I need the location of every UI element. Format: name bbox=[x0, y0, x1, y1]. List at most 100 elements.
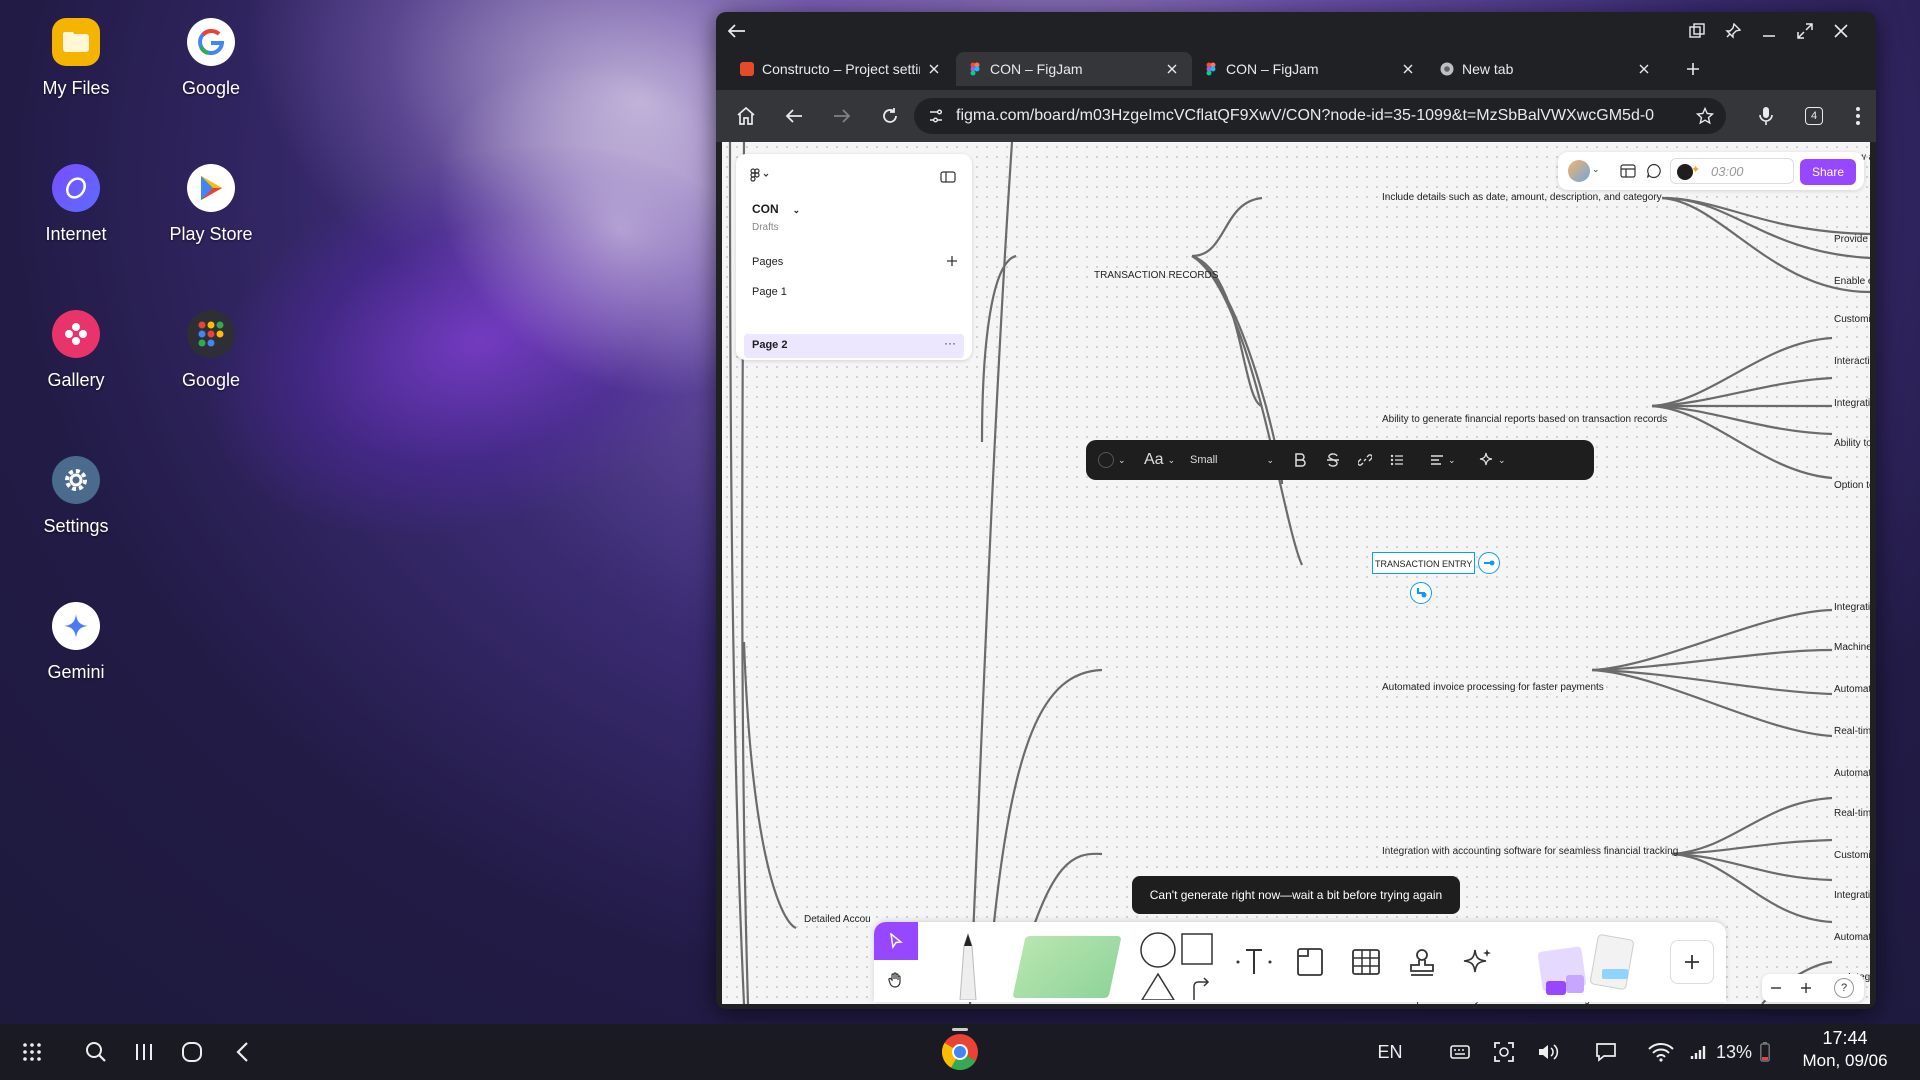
desktop-icon-google[interactable]: Google bbox=[146, 18, 276, 99]
close-tab-icon[interactable] bbox=[926, 61, 942, 77]
add-child-node-button[interactable] bbox=[1478, 552, 1500, 574]
mindmap-node-edge[interactable]: Integratio bbox=[1834, 890, 1870, 901]
bold-button[interactable] bbox=[1294, 440, 1306, 480]
recent-apps-button[interactable] bbox=[128, 1024, 160, 1080]
selected-node-frame[interactable]: TRANSACTION ENTRY bbox=[1372, 552, 1476, 574]
search-icon[interactable] bbox=[80, 1024, 112, 1080]
bullet-list-button[interactable] bbox=[1390, 440, 1404, 480]
desktop-icon-settings[interactable]: Settings bbox=[11, 456, 141, 537]
tab-con-figjam[interactable]: CON – FigJam bbox=[1192, 52, 1428, 86]
chevron-down-icon[interactable]: ⌄ bbox=[1592, 164, 1600, 175]
table-tool-button[interactable] bbox=[1342, 938, 1390, 986]
text-color-picker[interactable]: ⌄ bbox=[1098, 440, 1126, 480]
mindmap-node-automated-invoice[interactable]: Automated invoice processing for faster … bbox=[1382, 682, 1604, 693]
share-button[interactable]: Share bbox=[1800, 159, 1856, 185]
mindmap-node-edge[interactable]: Machine l bbox=[1834, 642, 1870, 653]
mindmap-node-edge[interactable]: Enable ex bbox=[1834, 276, 1870, 287]
mindmap-node-edge[interactable]: Customiz bbox=[1834, 850, 1870, 861]
figma-menu-icon[interactable] bbox=[750, 168, 772, 187]
select-tool-button[interactable] bbox=[874, 922, 918, 960]
new-tab-button[interactable] bbox=[1676, 52, 1710, 86]
home-nav-button[interactable] bbox=[176, 1024, 208, 1080]
bookmark-star-icon[interactable] bbox=[1695, 106, 1715, 130]
page-item-1[interactable]: Page 1 bbox=[752, 286, 787, 298]
mindmap-node-edge[interactable]: Interactiv bbox=[1834, 356, 1870, 367]
page-item-2-selected[interactable]: Page 2 ··· bbox=[744, 334, 964, 358]
language-indicator[interactable]: EN bbox=[1372, 1024, 1408, 1080]
timer-widget[interactable]: ✦ 03:00 bbox=[1670, 158, 1794, 184]
address-bar[interactable]: figma.com/board/m03HzgeImcVCflatQF9XwV/C… bbox=[914, 98, 1726, 134]
pin-icon[interactable] bbox=[1720, 18, 1746, 44]
figjam-canvas[interactable]: TRANSACTION RECORDS Include details such… bbox=[722, 142, 1870, 1004]
ai-tool-button[interactable] bbox=[1454, 938, 1502, 986]
tab-switcher-button[interactable]: 4 bbox=[1800, 102, 1828, 130]
page-options-icon[interactable]: ··· bbox=[944, 336, 956, 350]
reload-button[interactable] bbox=[876, 102, 904, 130]
text-align-dropdown[interactable]: ⌄ bbox=[1430, 440, 1456, 480]
tab-con-figjam-active[interactable]: CON – FigJam bbox=[956, 52, 1192, 86]
close-window-button[interactable] bbox=[1828, 18, 1854, 44]
text-tool-button[interactable] bbox=[1230, 938, 1278, 986]
desktop-icon-play-store[interactable]: Play Store bbox=[146, 164, 276, 245]
home-button[interactable] bbox=[732, 102, 760, 130]
minimize-button[interactable] bbox=[1756, 18, 1782, 44]
mindmap-node-edge[interactable]: Automate bbox=[1834, 932, 1870, 943]
back-nav-button[interactable] bbox=[226, 1024, 258, 1080]
ai-actions-dropdown[interactable]: ⌄ bbox=[1478, 440, 1506, 480]
more-tools-button[interactable] bbox=[1670, 940, 1714, 984]
help-icon[interactable]: ? bbox=[1834, 978, 1854, 998]
mindmap-node-edge[interactable]: Ability to bbox=[1834, 438, 1870, 449]
forward-button[interactable] bbox=[828, 102, 856, 130]
more-menu-icon[interactable] bbox=[1844, 102, 1872, 130]
sticky-note-tool-button[interactable] bbox=[1012, 934, 1122, 1000]
maximize-button[interactable] bbox=[1792, 18, 1818, 44]
keyboard-icon[interactable] bbox=[1448, 1024, 1472, 1080]
close-tab-icon[interactable] bbox=[1636, 61, 1652, 77]
font-picker[interactable]: Aa ⌄ bbox=[1144, 440, 1175, 480]
strikethrough-button[interactable] bbox=[1326, 440, 1340, 480]
mindmap-node-edge[interactable]: Integratio bbox=[1834, 602, 1870, 613]
mindmap-node-edge[interactable]: Provide o bbox=[1834, 234, 1870, 245]
close-tab-icon[interactable] bbox=[1400, 61, 1416, 77]
screen-capture-icon[interactable] bbox=[1488, 1024, 1520, 1080]
desktop-icon-internet[interactable]: Internet bbox=[11, 164, 141, 245]
voice-search-icon[interactable] bbox=[1752, 102, 1780, 130]
mindmap-node-transaction-entry[interactable]: TRANSACTION ENTRY bbox=[1375, 559, 1472, 569]
site-settings-icon[interactable] bbox=[928, 108, 944, 124]
tab-new-tab[interactable]: New tab bbox=[1428, 52, 1664, 86]
toggle-sidebar-icon[interactable] bbox=[940, 170, 956, 188]
chrome-taskbar-icon[interactable] bbox=[940, 1024, 980, 1080]
back-button[interactable] bbox=[780, 102, 808, 130]
notifications-icon[interactable] bbox=[1592, 1024, 1620, 1080]
tab-constructo[interactable]: Constructo – Project setting bbox=[728, 52, 954, 86]
comment-icon[interactable] bbox=[1646, 163, 1662, 184]
clock[interactable]: 17:44 Mon, 09/06 bbox=[1790, 1028, 1900, 1071]
mindmap-node-edge[interactable]: Real-time bbox=[1834, 808, 1870, 819]
volume-icon[interactable] bbox=[1534, 1024, 1562, 1080]
mindmap-node-edge[interactable]: Integratio bbox=[1834, 398, 1870, 409]
wifi-icon[interactable] bbox=[1646, 1024, 1676, 1080]
mindmap-node-detailed-accounts[interactable]: Detailed Accou bbox=[804, 914, 871, 925]
mindmap-node-transaction-records[interactable]: TRANSACTION RECORDS bbox=[1094, 270, 1218, 281]
shape-tool-button[interactable] bbox=[1136, 930, 1216, 1000]
zoom-in-button[interactable] bbox=[1800, 981, 1812, 999]
templates-button[interactable] bbox=[1534, 930, 1644, 1000]
mindmap-node-include-details[interactable]: Include details such as date, amount, de… bbox=[1382, 192, 1674, 203]
add-page-button[interactable] bbox=[946, 254, 958, 272]
mindmap-node-integration-accounting[interactable]: Integration with accounting software for… bbox=[1382, 846, 1678, 857]
zoom-out-button[interactable] bbox=[1770, 981, 1782, 999]
mindmap-node-edge[interactable]: Customiz bbox=[1834, 314, 1870, 325]
desktop-icon-gallery[interactable]: Gallery bbox=[11, 310, 141, 391]
app-drawer-icon[interactable] bbox=[16, 1024, 48, 1080]
link-button[interactable] bbox=[1358, 440, 1372, 480]
hand-tool-button[interactable] bbox=[874, 960, 918, 1000]
close-tab-icon[interactable] bbox=[1164, 61, 1180, 77]
mindmap-node-edge[interactable]: Automate bbox=[1834, 684, 1870, 695]
mindmap-node-financial-reports[interactable]: Ability to generate financial reports ba… bbox=[1382, 414, 1667, 425]
mindmap-node-edge[interactable]: Automate bbox=[1834, 768, 1870, 779]
font-size-dropdown[interactable]: Small ⌄ bbox=[1190, 440, 1280, 480]
layout-icon[interactable] bbox=[1620, 164, 1636, 183]
mindmap-node-edge[interactable]: Option to bbox=[1834, 480, 1870, 491]
desktop-icon-google-folder[interactable]: Google bbox=[146, 310, 276, 391]
window-back-button[interactable] bbox=[724, 18, 750, 44]
